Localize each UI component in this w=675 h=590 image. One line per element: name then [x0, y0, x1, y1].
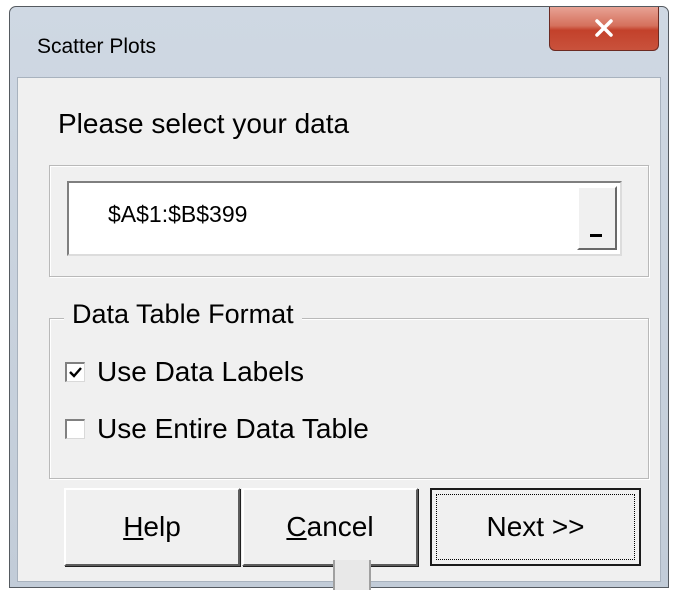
help-button[interactable]: Help	[64, 488, 240, 566]
scatter-plots-dialog: Scatter Plots Please select your data $A…	[9, 6, 669, 588]
use-entire-data-table-checkbox[interactable]	[65, 419, 85, 439]
close-button[interactable]	[549, 7, 659, 51]
use-entire-data-table-option[interactable]: Use Entire Data Table	[65, 413, 369, 445]
background-window-edge	[333, 560, 371, 590]
help-button-label: Help	[123, 511, 181, 542]
close-x-icon	[595, 19, 613, 37]
data-table-format-group	[49, 318, 649, 479]
checkmark-icon	[69, 367, 82, 378]
use-data-labels-option[interactable]: Use Data Labels	[65, 356, 304, 388]
title-bar[interactable]: Scatter Plots	[10, 7, 668, 77]
use-data-labels-label: Use Data Labels	[97, 356, 305, 387]
data-table-format-legend: Data Table Format	[64, 299, 302, 330]
range-select-icon	[590, 234, 602, 237]
next-button[interactable]: Next >>	[430, 488, 641, 566]
range-input[interactable]: $A$1:$B$399	[67, 181, 622, 256]
use-data-labels-checkbox[interactable]	[65, 362, 85, 382]
use-entire-data-table-label: Use Entire Data Table	[97, 413, 369, 444]
cancel-button[interactable]: Cancel	[242, 488, 418, 566]
dialog-body: Please select your data $A$1:$B$399 Data…	[17, 77, 661, 582]
range-value: $A$1:$B$399	[108, 201, 248, 227]
window-title: Scatter Plots	[37, 35, 157, 58]
range-select-button[interactable]	[577, 186, 617, 250]
select-data-prompt: Please select your data	[58, 108, 350, 139]
focus-rectangle	[436, 494, 635, 560]
cancel-button-label: Cancel	[286, 511, 374, 542]
